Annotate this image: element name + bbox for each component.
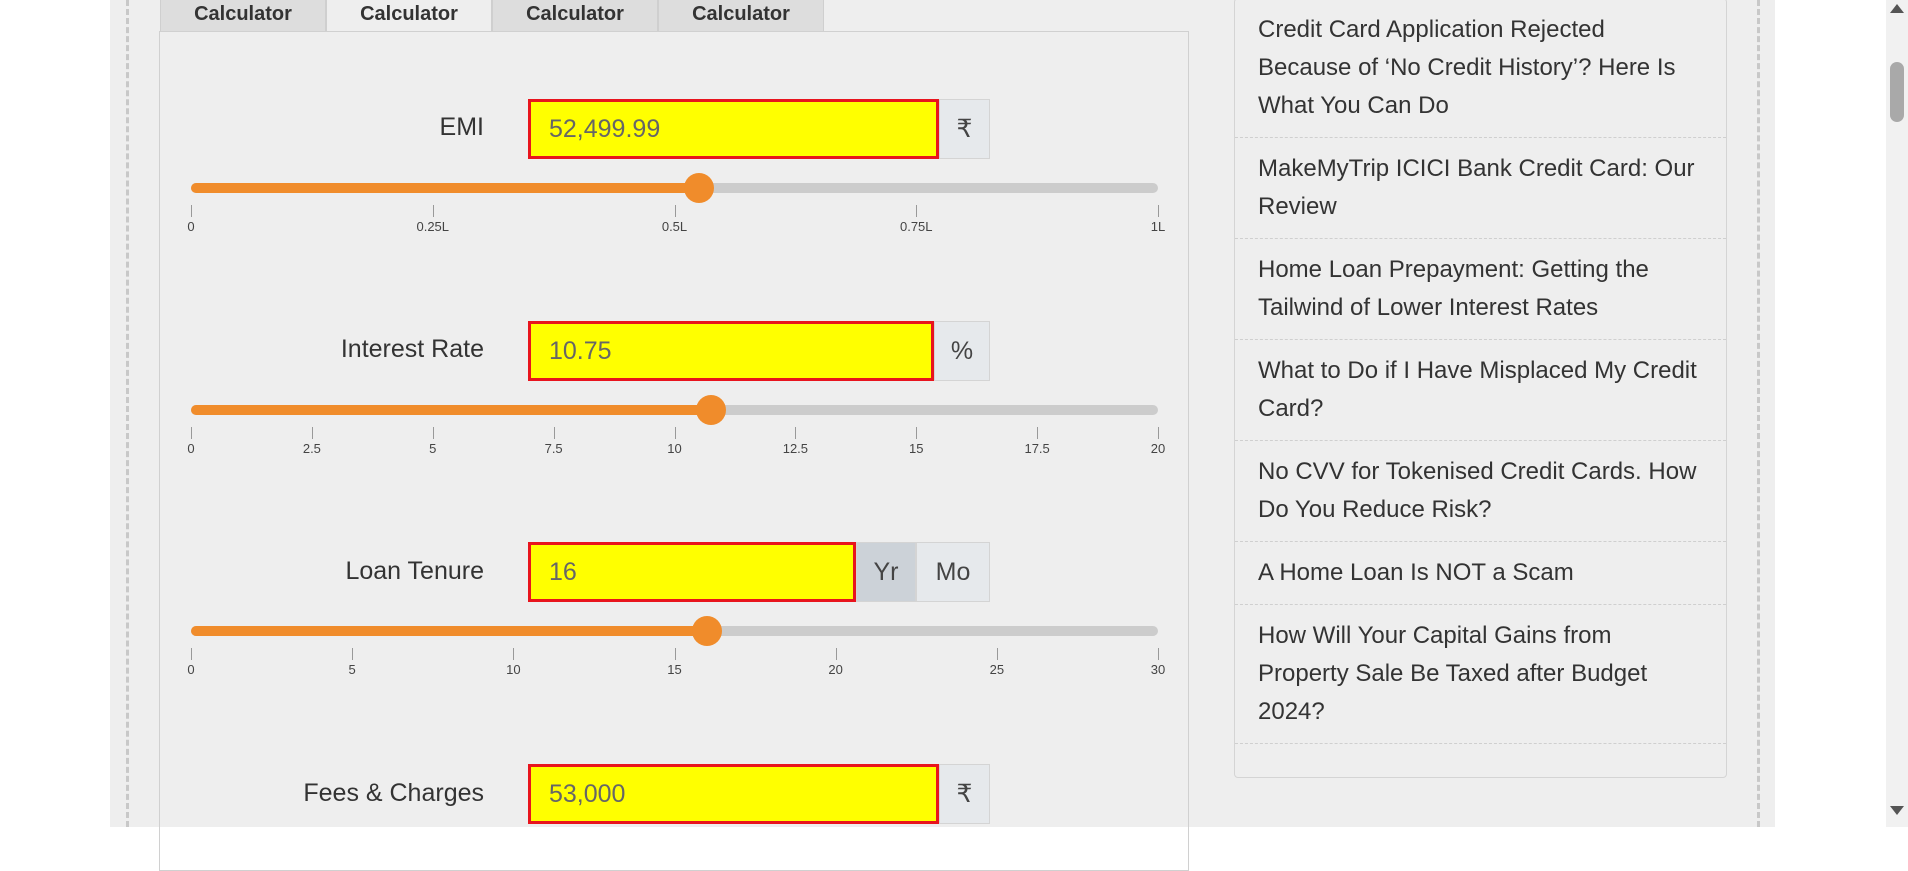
slider-tick-label: 20 xyxy=(828,662,843,677)
loan-tenure-input[interactable]: 16 xyxy=(528,542,856,602)
slider-tick-mark xyxy=(835,648,837,660)
slider-tick-mark xyxy=(1158,648,1159,660)
slider-tick-mark xyxy=(1158,205,1159,217)
slider-tick-label: 15 xyxy=(909,441,924,456)
slider-tick-mark xyxy=(432,427,434,439)
page-scrollbar[interactable] xyxy=(1886,0,1908,827)
slider-tick-mark xyxy=(674,205,676,217)
emi-slider-ticks: 0 0.25L 0.5L 0.75L 1L xyxy=(187,205,1165,235)
scrollbar-thumb[interactable] xyxy=(1890,62,1904,122)
emi-currency-addon: ₹ xyxy=(939,99,990,159)
article-link[interactable]: Home Loan Prepayment: Getting the Tailwi… xyxy=(1235,239,1726,340)
slider-tick-label: 5 xyxy=(429,441,437,456)
loan-tenure-slider[interactable] xyxy=(191,616,1158,646)
article-link[interactable]: A Home Loan Is NOT a Scam xyxy=(1235,542,1726,605)
tenure-slider-fill xyxy=(191,626,707,636)
triangle-down-icon[interactable] xyxy=(1890,806,1904,815)
tenure-slider-ticks: 0 5 10 15 20 25 30 xyxy=(187,648,1165,678)
interest-slider-handle[interactable] xyxy=(695,395,726,425)
article-link[interactable]: What to Do if I Have Misplaced My Credit… xyxy=(1235,340,1726,441)
interest-rate-slider[interactable] xyxy=(191,395,1158,425)
slider-tick-label: 30 xyxy=(1150,662,1166,677)
slider-tick-mark xyxy=(432,205,434,217)
interest-slider-fill xyxy=(191,405,711,415)
slider-tick-mark xyxy=(916,205,918,217)
tenure-month-toggle[interactable]: Mo xyxy=(916,542,990,602)
emi-slider-handle[interactable] xyxy=(683,173,714,203)
left-dashed-border xyxy=(126,0,129,827)
article-link[interactable]: Credit Card Application Rejected Because… xyxy=(1235,0,1726,138)
article-link[interactable]: MakeMyTrip ICICI Bank Credit Card: Our R… xyxy=(1235,138,1726,239)
slider-tick-mark xyxy=(1037,427,1039,439)
slider-tick-mark xyxy=(674,648,676,660)
emi-input[interactable]: 52,499.99 xyxy=(528,99,939,159)
fees-currency-addon: ₹ xyxy=(939,764,990,824)
slider-tick-mark xyxy=(191,427,192,439)
interest-percent-addon: % xyxy=(934,321,990,381)
emi-label: EMI xyxy=(439,113,484,141)
slider-tick-label: 0.75L xyxy=(899,219,933,234)
tab-calculator-1[interactable]: Calculator xyxy=(160,0,326,31)
slider-tick-label: 0.5L xyxy=(661,219,688,234)
slider-tick-label: 12.5 xyxy=(782,441,809,456)
slider-tick-mark xyxy=(1158,427,1159,439)
slider-tick-label: 25 xyxy=(989,662,1005,677)
slider-tick-mark xyxy=(996,648,998,660)
emi-slider-fill xyxy=(191,183,699,193)
slider-tick-label: 17.5 xyxy=(1024,441,1050,456)
slider-tick-mark xyxy=(674,427,676,439)
slider-tick-label: 15 xyxy=(667,662,682,677)
slider-tick-mark xyxy=(191,205,192,217)
article-link[interactable]: How Will Your Capital Gains from Propert… xyxy=(1235,605,1726,744)
fees-charges-label: Fees & Charges xyxy=(303,779,484,807)
tab-calculator-3[interactable]: Calculator xyxy=(492,0,658,31)
related-articles-sidebar: Credit Card Application Rejected Because… xyxy=(1234,0,1727,778)
interest-rate-label: Interest Rate xyxy=(340,335,484,363)
emi-slider[interactable] xyxy=(191,173,1158,203)
slider-tick-label: 0 xyxy=(187,662,195,677)
right-dashed-border xyxy=(1757,0,1760,827)
slider-tick-label: 0 xyxy=(187,441,195,456)
slider-tick-mark xyxy=(916,427,918,439)
slider-tick-mark xyxy=(795,427,797,439)
slider-tick-label: 1L xyxy=(1150,219,1166,234)
slider-tick-label: 10 xyxy=(506,662,521,677)
interest-slider-ticks: 0 2.5 5 7.5 10 12.5 15 17.5 20 xyxy=(187,427,1165,457)
tab-calculator-2[interactable]: Calculator xyxy=(326,0,492,31)
slider-tick-mark xyxy=(352,648,354,660)
slider-tick-label: 0 xyxy=(187,219,195,234)
slider-tick-mark xyxy=(311,427,313,439)
tenure-year-toggle[interactable]: Yr xyxy=(856,542,916,602)
slider-tick-mark xyxy=(553,427,555,439)
slider-tick-label: 2.5 xyxy=(302,441,321,456)
slider-tick-label: 7.5 xyxy=(544,441,563,456)
slider-tick-mark xyxy=(191,648,192,660)
fees-charges-input[interactable]: 53,000 xyxy=(528,764,939,824)
loan-tenure-label: Loan Tenure xyxy=(345,557,484,585)
interest-rate-input[interactable]: 10.75 xyxy=(528,321,934,381)
article-link[interactable]: No CVV for Tokenised Credit Cards. How D… xyxy=(1235,441,1726,542)
slider-tick-label: 0.25L xyxy=(416,219,450,234)
slider-tick-mark xyxy=(513,648,515,660)
slider-tick-label: 5 xyxy=(348,662,356,677)
slider-tick-label: 10 xyxy=(667,441,682,456)
tab-calculator-4[interactable]: Calculator xyxy=(658,0,824,31)
slider-tick-label: 20 xyxy=(1150,441,1166,456)
tenure-slider-handle[interactable] xyxy=(691,616,722,646)
triangle-up-icon[interactable] xyxy=(1890,4,1904,13)
calculator-tabs: Calculator Calculator Calculator Calcula… xyxy=(160,0,824,31)
